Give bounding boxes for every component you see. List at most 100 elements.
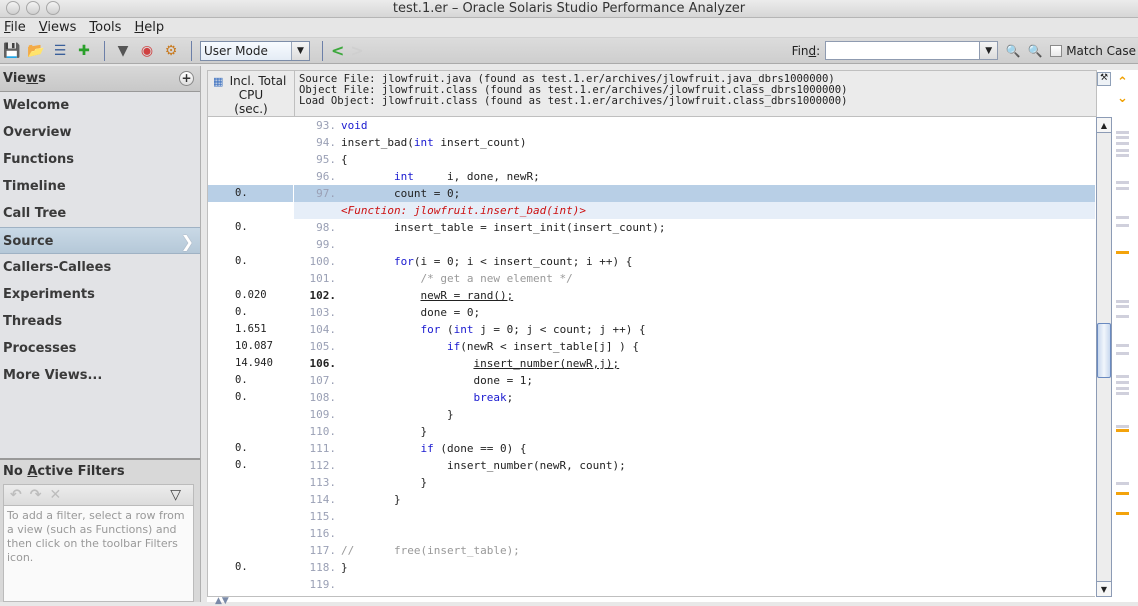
view-mode-select[interactable]: User Mode ▼ [200, 40, 310, 61]
source-line[interactable]: 117. // free(insert_table); [208, 542, 1095, 559]
compare-icon[interactable]: ☰ [50, 41, 70, 61]
save-experiment-icon[interactable]: 💾 [2, 41, 22, 61]
source-line[interactable]: 96. int i, done, newR; [208, 168, 1095, 185]
source-line[interactable]: 101. /* get a new element */ [208, 270, 1095, 287]
match-case-checkbox[interactable] [1050, 44, 1063, 57]
zoom-window-button[interactable] [46, 1, 60, 15]
source-line[interactable]: 95. { [208, 151, 1095, 168]
sidebar-item-processes[interactable]: Processes [0, 335, 200, 362]
source-line[interactable]: 0. 112. insert_number(newR, count); [208, 457, 1095, 474]
line-mark[interactable] [1116, 344, 1129, 347]
minimize-window-button[interactable] [26, 1, 40, 15]
hot-line-mark[interactable] [1116, 492, 1129, 495]
line-mark[interactable] [1116, 387, 1129, 390]
source-line[interactable]: 0. 97. count = 0; [208, 185, 1095, 202]
remove-filter-icon[interactable]: ✕ [49, 487, 61, 503]
source-line[interactable]: 110. } [208, 423, 1095, 440]
line-mark[interactable] [1116, 187, 1129, 190]
scrollbar-thumb[interactable] [1097, 323, 1111, 378]
line-mark[interactable] [1116, 425, 1129, 428]
source-line[interactable]: 0. 103. done = 0; [208, 304, 1095, 321]
source-line[interactable]: 114. } [208, 491, 1095, 508]
next-hot-line-icon[interactable]: ⌄ [1117, 91, 1128, 107]
back-arrow-icon[interactable]: < [331, 41, 344, 60]
undo-filter-icon[interactable]: ↶ [10, 487, 22, 503]
hot-line-mark[interactable] [1116, 512, 1129, 515]
sidebar-item-callers-callees[interactable]: Callers-Callees [0, 254, 200, 281]
function-marker-row[interactable]: <Function: jlowfruit.insert_bad(int)> [208, 202, 1095, 219]
sidebar-item-welcome[interactable]: Welcome [0, 92, 200, 119]
line-mark[interactable] [1116, 142, 1129, 145]
line-mark[interactable] [1116, 149, 1129, 152]
sidebar-item-threads[interactable]: Threads [0, 308, 200, 335]
source-line[interactable]: 0. 107. done = 1; [208, 372, 1095, 389]
source-line[interactable]: 109. } [208, 406, 1095, 423]
sidebar-item-overview[interactable]: Overview [0, 119, 200, 146]
filter-icon[interactable]: ▽ [170, 487, 181, 503]
line-mark[interactable] [1116, 136, 1129, 139]
line-mark[interactable] [1116, 392, 1129, 395]
source-line[interactable]: 14.940 106. insert_number(newR,j); [208, 355, 1095, 372]
sidebar-item-more-views[interactable]: More Views... [0, 362, 200, 389]
find-input[interactable] [825, 41, 981, 60]
menu-help[interactable]: Help [134, 20, 164, 35]
sidebar-item-source[interactable]: Source ❯ [0, 227, 200, 254]
line-mark[interactable] [1116, 381, 1129, 384]
source-line[interactable]: 0.020 102. newR = rand(); [208, 287, 1095, 304]
sidebar-item-timeline[interactable]: Timeline [0, 173, 200, 200]
close-window-button[interactable] [6, 1, 20, 15]
line-mark[interactable] [1116, 224, 1129, 227]
source-line[interactable]: 10.087 105. if(newR < insert_table[j] ) { [208, 338, 1095, 355]
source-line[interactable]: 94. insert_bad(int insert_count) [208, 134, 1095, 151]
hot-line-mark[interactable] [1116, 251, 1129, 254]
line-mark[interactable] [1116, 181, 1129, 184]
vertical-scrollbar[interactable]: ▲ ▼ [1096, 117, 1112, 597]
column-settings-icon[interactable]: ⚒ [1097, 72, 1111, 86]
line-mark[interactable] [1116, 154, 1129, 157]
source-line[interactable]: 116. [208, 525, 1095, 542]
redo-filter-icon[interactable]: ↷ [30, 487, 42, 503]
find-history-dropdown[interactable]: ▼ [980, 41, 999, 60]
add-view-icon[interactable]: + [179, 71, 194, 86]
function-color-icon[interactable]: ◉ [137, 41, 157, 61]
filter-icon[interactable]: ▼ [113, 41, 133, 61]
find-previous-icon[interactable]: 🔍 [1004, 42, 1022, 60]
source-line[interactable]: 0. 108. break; [208, 389, 1095, 406]
line-mark[interactable] [1116, 375, 1129, 378]
find-next-icon[interactable]: 🔍 [1026, 42, 1044, 60]
hot-line-mark[interactable] [1116, 429, 1129, 432]
menu-views[interactable]: Views [39, 20, 77, 35]
forward-arrow-icon[interactable]: > [350, 41, 363, 60]
open-experiment-icon[interactable]: 📂 [26, 41, 46, 61]
previous-hot-line-icon[interactable]: ⌃ [1117, 75, 1128, 91]
source-line[interactable]: 99. [208, 236, 1095, 253]
scroll-up-icon[interactable]: ▲ [1097, 118, 1111, 133]
source-line[interactable]: 119. [208, 576, 1095, 593]
line-mark[interactable] [1116, 300, 1129, 303]
chevron-down-icon[interactable]: ▼ [291, 41, 309, 60]
line-mark[interactable] [1116, 352, 1129, 355]
line-mark[interactable] [1116, 315, 1129, 318]
menu-file[interactable]: File [4, 20, 26, 35]
source-line[interactable]: 0. 118.} [208, 559, 1095, 576]
metric-column-header[interactable]: ▦ Incl. Total CPU (sec.) [208, 71, 295, 116]
sidebar-item-functions[interactable]: Functions [0, 146, 200, 173]
source-line[interactable]: 93. void [208, 117, 1095, 134]
line-mark[interactable] [1116, 131, 1129, 134]
sidebar-item-experiments[interactable]: Experiments [0, 281, 200, 308]
source-line[interactable]: 0. 100. for(i = 0; i < insert_count; i ++… [208, 253, 1095, 270]
sidebar-item-call-tree[interactable]: Call Tree [0, 200, 200, 227]
line-mark[interactable] [1116, 305, 1129, 308]
split-pane-arrows-icon[interactable]: ▲▼ [215, 596, 229, 606]
line-mark[interactable] [1116, 482, 1129, 485]
scroll-down-icon[interactable]: ▼ [1097, 581, 1111, 596]
source-line[interactable]: 0. 111. if (done == 0) { [208, 440, 1095, 457]
line-mark[interactable] [1116, 216, 1129, 219]
add-experiment-icon[interactable]: ✚ [74, 41, 94, 61]
settings-icon[interactable]: ⚙ [161, 41, 181, 61]
source-line[interactable]: 0. 98. insert_table = insert_init(insert_… [208, 219, 1095, 236]
source-line[interactable]: 1.651 104. for (int j = 0; j < count; j +… [208, 321, 1095, 338]
source-line[interactable]: 113. } [208, 474, 1095, 491]
menu-tools[interactable]: Tools [89, 20, 121, 35]
source-line[interactable]: 115. [208, 508, 1095, 525]
